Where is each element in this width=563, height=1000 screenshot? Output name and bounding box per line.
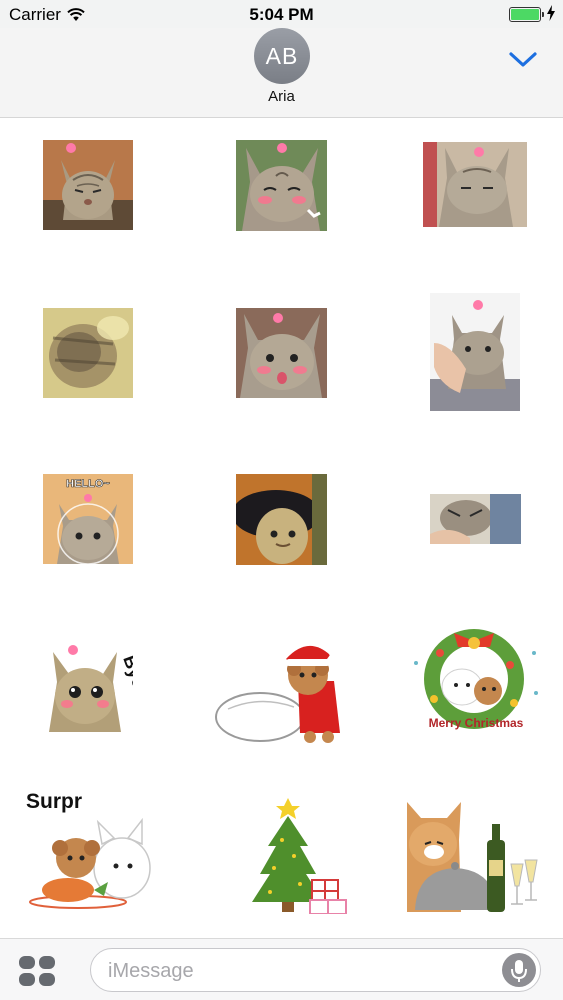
message-composer: iMessage [0, 938, 563, 1000]
sticker-cat-tongue[interactable] [236, 308, 327, 398]
status-time: 5:04 PM [249, 5, 314, 24]
sticker-cat-sleepy[interactable] [423, 142, 527, 227]
contact-name[interactable]: Aria [0, 88, 563, 105]
sticker-shiba-cloche[interactable] [405, 800, 545, 912]
sticker-cat-hello[interactable]: HELLO~ [43, 474, 133, 564]
sticker-cat-hat[interactable] [236, 474, 327, 565]
battery-level [511, 9, 539, 20]
sticker-bye-text: Bye! [119, 653, 133, 697]
sticker-grid: HELLO~ Bye! Merry Christmas Surpr [0, 118, 563, 938]
sticker-cat-blurry[interactable] [43, 308, 133, 398]
sticker-poodle-santa[interactable] [214, 633, 342, 743]
sticker-cat-held[interactable] [430, 293, 520, 411]
charging-bolt-icon [547, 5, 555, 21]
app-drawer-icon[interactable] [19, 955, 57, 987]
sticker-hello-text: HELLO~ [66, 478, 110, 490]
sticker-surprise[interactable]: Surpr [24, 786, 156, 912]
message-input-placeholder: iMessage [108, 960, 194, 982]
microphone-button[interactable] [502, 953, 536, 987]
sticker-cat-squint[interactable] [43, 140, 133, 230]
status-bar: Carrier 5:04 PM [0, 0, 563, 28]
conversation-header: AB Aria [0, 28, 563, 118]
sticker-christmas-tree[interactable] [252, 796, 350, 914]
avatar[interactable]: AB [254, 28, 310, 84]
sticker-cat-bye[interactable]: Bye! [47, 638, 133, 732]
sticker-christmas-wreath[interactable]: Merry Christmas [410, 623, 542, 735]
sticker-surprise-text: Surpr [26, 790, 82, 813]
avatar-initials: AB [265, 42, 299, 69]
battery-icon [509, 7, 544, 22]
microphone-icon [511, 960, 527, 982]
chevron-down-icon[interactable] [506, 46, 540, 72]
sticker-merry-christmas-text: Merry Christmas [429, 716, 524, 730]
sticker-cat-blush[interactable] [236, 140, 327, 231]
sticker-cat-lying[interactable] [430, 494, 521, 544]
message-input[interactable]: iMessage [90, 948, 541, 992]
